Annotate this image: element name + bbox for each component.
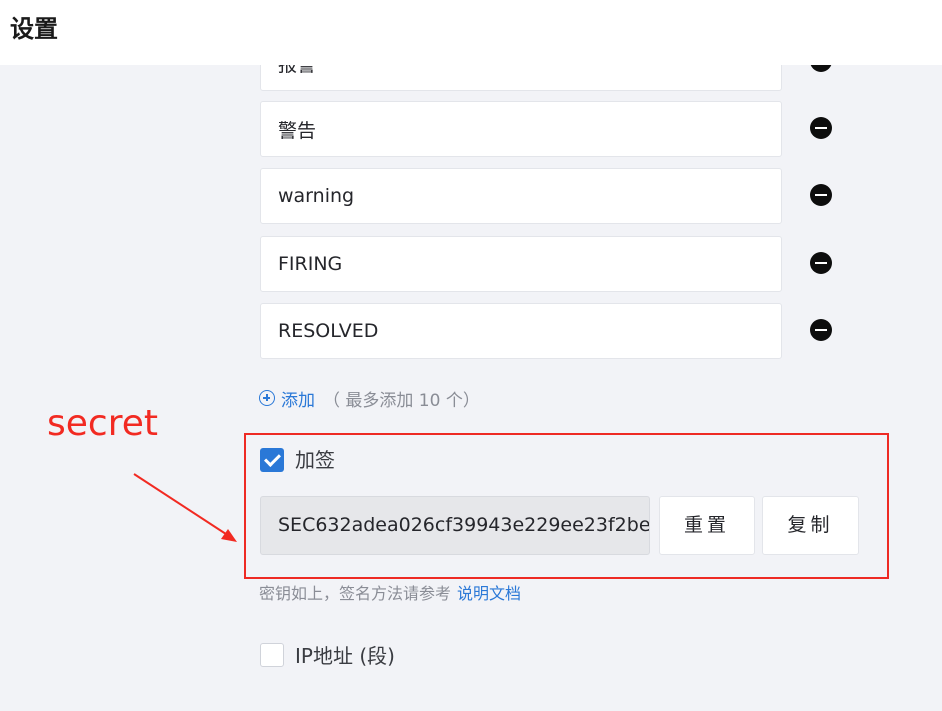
keyword-row: [260, 303, 782, 359]
keyword-input[interactable]: [261, 169, 781, 223]
add-keyword-row: 添加 （ 最多添加 10 个）: [259, 386, 480, 411]
page-header: 设置: [0, 0, 942, 65]
keyword-input[interactable]: [261, 304, 781, 358]
add-keyword-link[interactable]: 添加: [281, 386, 315, 411]
add-circle-icon[interactable]: [259, 390, 275, 406]
remove-keyword-button[interactable]: [810, 184, 832, 206]
sign-checkbox[interactable]: [260, 448, 284, 472]
keyword-row: [260, 168, 782, 224]
remove-keyword-button[interactable]: [810, 319, 832, 341]
keyword-input[interactable]: [261, 237, 781, 291]
keyword-row: [260, 101, 782, 157]
remove-keyword-button[interactable]: [810, 252, 832, 274]
secret-field[interactable]: SEC632adea026cf39943e229ee23f2be: [260, 496, 650, 555]
secret-hint-text: 密钥如上，签名方法请参考: [259, 584, 452, 603]
secret-hint-row: 密钥如上，签名方法请参考 说明文档: [259, 582, 521, 606]
sign-label: 加签: [295, 448, 335, 472]
ip-label: IP地址 (段): [295, 644, 395, 668]
add-limit-hint: （ 最多添加 10 个）: [323, 390, 480, 411]
remove-keyword-button[interactable]: [810, 117, 832, 139]
copy-button[interactable]: 复制: [762, 496, 859, 555]
annotation-arrow-icon: [133, 473, 237, 542]
ip-checkbox[interactable]: [260, 643, 284, 667]
keyword-input[interactable]: [261, 102, 781, 156]
keyword-row: [260, 236, 782, 292]
annotation-label: secret: [47, 403, 158, 444]
page-title: 设置: [10, 15, 58, 43]
reset-button[interactable]: 重置: [659, 496, 755, 555]
doc-link[interactable]: 说明文档: [457, 584, 521, 603]
